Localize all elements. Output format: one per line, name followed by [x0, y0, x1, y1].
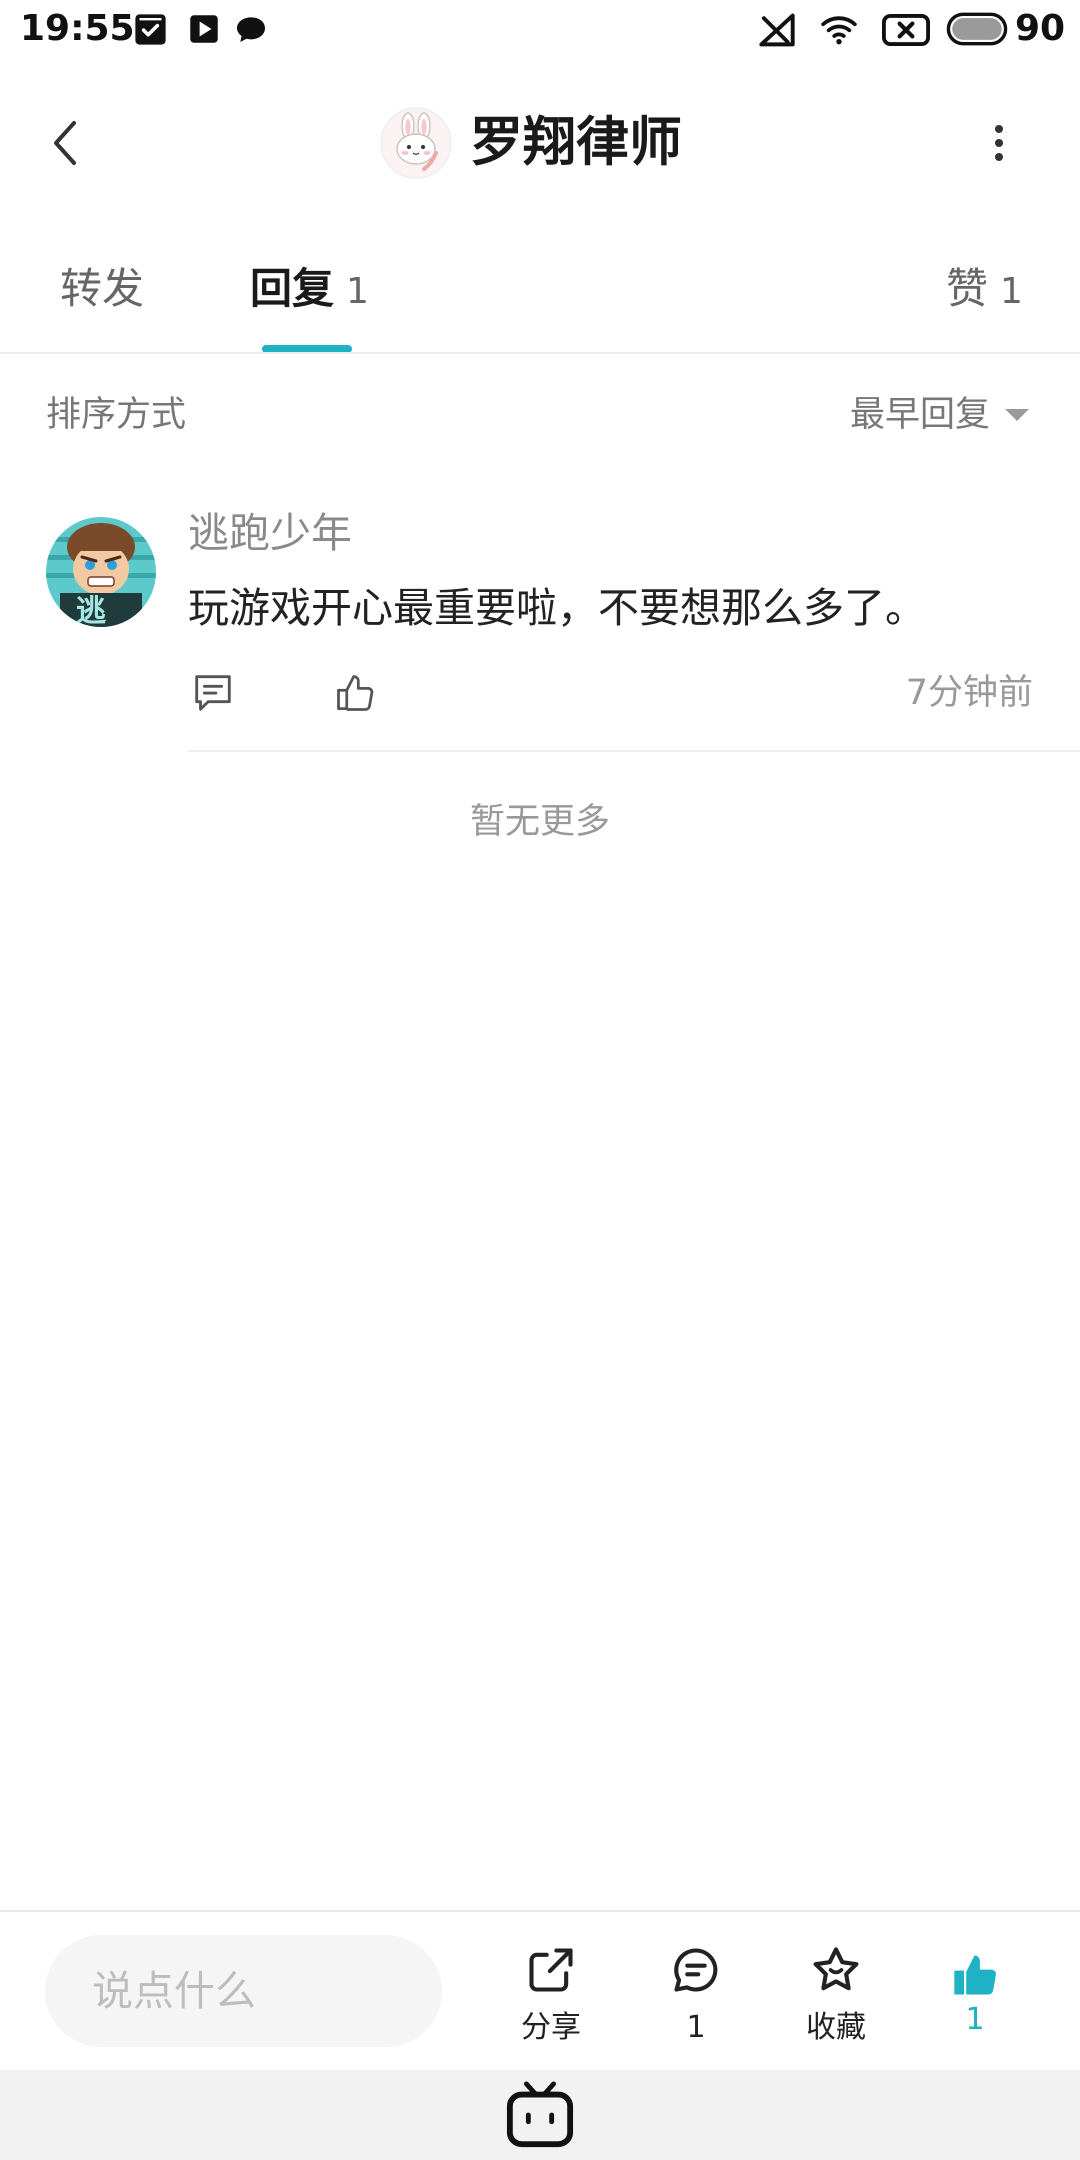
author-avatar[interactable]: [380, 107, 452, 179]
tab-replies-label: 回复: [250, 264, 335, 313]
comment-timestamp: 7分钟前: [905, 673, 1033, 713]
comment-text: 玩游戏开心最重要啦，不要想那么多了。: [188, 584, 926, 632]
video-play-icon: [189, 14, 219, 44]
tab-likes-count: 1: [1000, 271, 1023, 312]
like-count[interactable]: 1: [925, 1998, 1025, 2042]
no-sim-icon: [882, 14, 931, 47]
chat-bubble-icon: [234, 16, 268, 44]
reply-input-container[interactable]: [45, 1935, 442, 2047]
battery-level: 90: [1015, 8, 1066, 49]
no-signal-icon: [758, 13, 796, 47]
tab-reposts[interactable]: 转发: [60, 262, 144, 316]
tabs-divider: [0, 352, 1080, 354]
more-vertical-icon[interactable]: [988, 121, 1010, 165]
back-arrow-icon[interactable]: [50, 119, 80, 167]
dropdown-triangle-icon: [1004, 408, 1030, 422]
notification-check-icon: [134, 13, 167, 46]
tab-reposts-label: 转发: [60, 264, 145, 313]
comment-divider: [188, 750, 1080, 752]
status-time: 19:55: [20, 8, 135, 49]
tab-likes-label: 赞: [946, 264, 989, 313]
sort-dropdown[interactable]: 最早回复: [850, 392, 1035, 438]
comment-count[interactable]: 1: [646, 2006, 746, 2050]
like-comment-icon[interactable]: [333, 670, 377, 716]
favorite-star-icon[interactable]: [810, 1944, 862, 1996]
tab-replies-count: 1: [346, 271, 369, 312]
commenter-avatar[interactable]: 逃: [46, 517, 156, 627]
like-filled-icon[interactable]: [950, 1949, 1002, 2001]
bottom-bar-divider: [0, 1910, 1080, 1912]
page-title: 罗翔律师: [470, 112, 682, 173]
status-bar: 19:55 90: [0, 0, 1080, 58]
comment-icon[interactable]: [670, 1944, 722, 1996]
avatar-lettering: 逃: [76, 594, 106, 629]
comment-username[interactable]: 逃跑少年: [188, 509, 352, 557]
tab-replies[interactable]: 回复 1: [250, 262, 369, 316]
sort-selected-value: 最早回复: [850, 395, 991, 435]
sort-label: 排序方式: [46, 395, 187, 435]
reply-comment-icon[interactable]: [190, 670, 236, 716]
favorite-label[interactable]: 收藏: [786, 2006, 886, 2050]
share-label[interactable]: 分享: [501, 2006, 601, 2050]
tab-likes[interactable]: 赞1: [946, 262, 1023, 316]
share-icon[interactable]: [525, 1944, 577, 1996]
bilibili-tv-icon[interactable]: [505, 2080, 575, 2150]
battery-icon: [946, 12, 1008, 46]
no-more-indicator: 暂无更多: [469, 802, 610, 842]
wifi-icon: [820, 12, 858, 46]
reply-input[interactable]: [45, 1935, 442, 2047]
